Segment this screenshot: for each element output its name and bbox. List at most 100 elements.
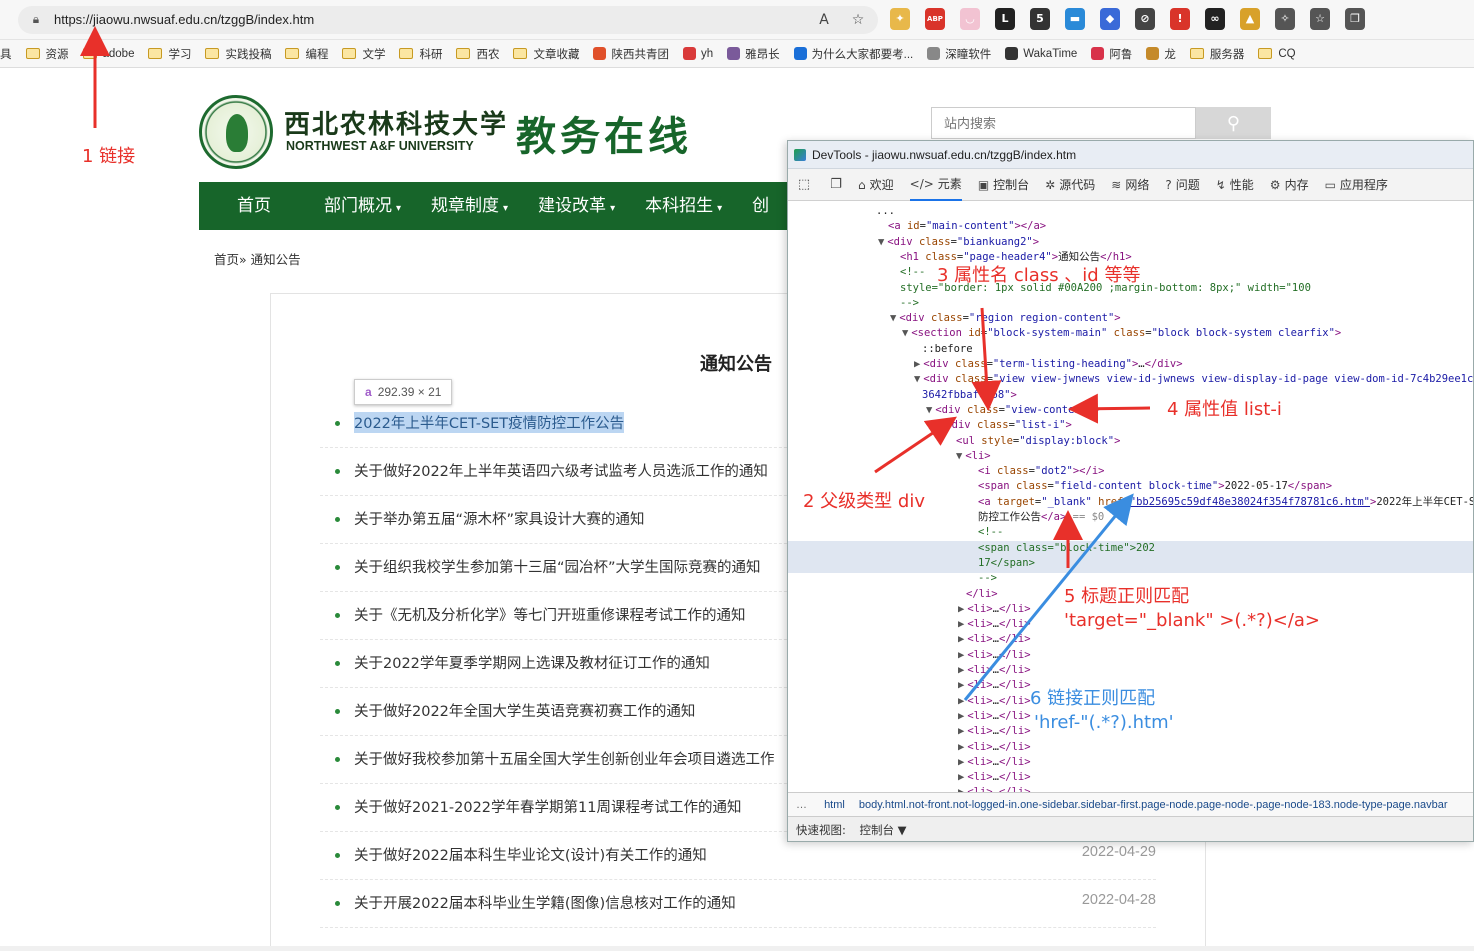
cat-icon[interactable]: ◡ <box>960 8 980 30</box>
nav-item[interactable]: 首页 <box>199 182 309 230</box>
dom-collapsed-li[interactable]: ▶<li>…</li> <box>958 678 1031 693</box>
tab-application[interactable]: ▭ 应用程序 <box>1325 176 1388 193</box>
url-text[interactable]: https://jiaowu.nwsuaf.edu.cn/tzggB/index… <box>54 6 314 34</box>
dom-node-line[interactable]: ::before <box>922 342 973 357</box>
dom-node-line[interactable]: ▼ <section id="block-system-main" class="… <box>902 326 1341 341</box>
dom-collapsed-li[interactable]: ▶<li>…</li> <box>958 709 1031 724</box>
news-title-link[interactable]: 关于做好2022年全国大学生英语竞赛初赛工作的通知 <box>354 700 695 721</box>
tag-icon[interactable]: L <box>995 8 1015 30</box>
news-title-link[interactable]: 关于做好2022年上半年英语四六级考试监考人员选派工作的通知 <box>354 460 768 481</box>
tab-performance[interactable]: ↯ 性能 <box>1216 176 1254 193</box>
bookmark-item[interactable]: 陕西共青团 <box>593 46 669 62</box>
dom-node-line[interactable]: ▼ <div class="view view-jwnews view-id-jw… <box>914 372 1473 387</box>
dom-collapsed-li[interactable]: ▶<li>…</li> <box>958 632 1031 647</box>
read-aloud-icon[interactable]: A <box>814 10 834 30</box>
tab-issues[interactable]: ? 问题 <box>1165 176 1199 193</box>
add-favorite-icon[interactable]: ☆ <box>848 10 868 30</box>
dom-node-line[interactable]: ▼ <div class="view-content"> <box>926 403 1100 418</box>
bookmark-item[interactable]: 实践投稿 <box>205 46 271 62</box>
bookmark-item[interactable]: 深瞳软件 <box>927 46 991 62</box>
news-title-link[interactable]: 关于组织我校学生参加第十三届“园冶杯”大学生国际竞赛的通知 <box>354 556 761 577</box>
dom-collapsed-li[interactable]: ▶<li>…</li> <box>958 663 1031 678</box>
bookmark-item[interactable]: 龙 <box>1146 46 1176 62</box>
university-logo[interactable] <box>199 95 273 169</box>
bookmark-item[interactable]: yh <box>682 47 713 60</box>
bookmark-item[interactable]: 西农 <box>456 46 499 62</box>
dom-node-line[interactable]: 防控工作公告</a> == $0 <box>978 510 1104 525</box>
dom-collapsed-li[interactable]: ▶<li>…</li> <box>958 648 1031 663</box>
dom-node-line[interactable]: 3642fbbaf6d68"> <box>922 388 1017 403</box>
drawer-console-tab[interactable]: 控制台 ▼ <box>860 823 907 837</box>
collections-icon[interactable]: ❐ <box>1345 8 1365 30</box>
dom-node-line[interactable]: --> <box>900 296 919 311</box>
dom-collapsed-li[interactable]: ▶<li>…</li> <box>958 770 1031 785</box>
chart-ext-icon[interactable]: ▲ <box>1240 8 1260 30</box>
dom-collapsed-li[interactable]: ▶<li>…</li> <box>958 617 1031 632</box>
bookmark-item[interactable]: 为什么大家都要考... <box>793 46 913 62</box>
news-title-link[interactable]: 关于做好2021-2022学年春学期第11周课程考试工作的通知 <box>354 796 741 817</box>
alert-icon[interactable]: ! <box>1170 8 1190 30</box>
dom-breadcrumb-item[interactable]: body.html.not-front.not-logged-in.one-si… <box>859 799 1448 811</box>
dom-node-line[interactable]: <i class="dot2"></i> <box>978 464 1104 479</box>
tab-welcome[interactable]: ⌂ 欢迎 <box>858 176 894 193</box>
search-button[interactable]: ⚲ <box>1196 107 1271 139</box>
site-search-input[interactable] <box>931 107 1196 139</box>
nav-item[interactable]: 本科招生 ▾ <box>630 182 737 230</box>
bookmark-item[interactable]: 雅昂长 <box>727 46 780 62</box>
device-emulation-icon[interactable]: ❐ <box>826 175 846 195</box>
nav-item[interactable]: 创 <box>737 182 784 230</box>
dom-collapsed-li[interactable]: ▶<li>…</li> <box>958 724 1031 739</box>
dom-node-line[interactable]: <a id="main-content"></a> <box>888 219 1046 234</box>
dom-node-line[interactable]: 17</span> <box>978 556 1035 571</box>
nav-item[interactable]: 规章制度 ▾ <box>416 182 523 230</box>
bar-ext-icon[interactable]: ▬ <box>1065 8 1085 30</box>
dom-node-line[interactable]: ▼ <div class="biankuang2"> <box>878 235 1039 250</box>
dom-collapsed-li[interactable]: ▶<li>…</li> <box>958 602 1031 617</box>
news-title-link[interactable]: 关于做好2022届本科生毕业论文(设计)有关工作的通知 <box>354 844 707 865</box>
dom-node-line[interactable]: <span class="field-content block-time">2… <box>978 479 1332 494</box>
news-item[interactable]: 关于开展2022届本科毕业生学籍(图像)信息核对工作的通知 2022-04-28 <box>320 880 1156 928</box>
news-title-link[interactable]: 关于做好我校参加第十五届全国大学生创新创业年会项目遴选工作 <box>354 748 775 769</box>
shield-ext-icon[interactable]: ◆ <box>1100 8 1120 30</box>
news-title-link[interactable]: 2022年上半年CET-SET疫情防控工作公告 <box>354 412 625 433</box>
address-bar[interactable]: 🔒︎ https://jiaowu.nwsuaf.edu.cn/tzggB/in… <box>18 6 878 34</box>
tab-elements[interactable]: </> 元素 <box>909 169 962 201</box>
block-icon[interactable]: ⊘ <box>1135 8 1155 30</box>
dom-node-line[interactable]: <!-- <box>978 525 1003 540</box>
puzzle-icon[interactable]: ✧ <box>1275 8 1295 30</box>
dom-node-line[interactable]: ▼ <li> <box>956 449 991 464</box>
news-title-link[interactable]: 关于《无机及分析化学》等七门开班重修课程考试工作的通知 <box>354 604 746 625</box>
dom-collapsed-li[interactable]: ▶<li>…</li> <box>958 755 1031 770</box>
bookmark-item[interactable]: CQ <box>1258 48 1296 60</box>
bookmark-item[interactable]: 阿鲁 <box>1091 46 1132 62</box>
news-title-link[interactable]: 关于举办第五届“源木杯”家具设计大赛的通知 <box>354 508 645 529</box>
nav-item[interactable]: 部门概况 ▾ <box>309 182 416 230</box>
bird-icon[interactable]: ✦ <box>890 8 910 30</box>
bookmark-item[interactable]: 文学 <box>342 46 385 62</box>
dom-node-line[interactable]: </li> <box>966 587 998 602</box>
dom-node-line[interactable]: <ul style="display:block"> <box>956 434 1120 449</box>
bookmark-item[interactable]: 资源 <box>25 46 69 62</box>
dom-node-line[interactable]: --> <box>978 571 997 586</box>
tab-network[interactable]: ≋ 网络 <box>1111 176 1149 193</box>
inspect-icon[interactable]: ⬚ <box>794 175 814 195</box>
abp-icon[interactable]: ABP <box>925 8 945 30</box>
bookmark-item[interactable]: 具 <box>0 46 12 62</box>
dom-collapsed-li[interactable]: ▶<li>…</li> <box>958 785 1031 792</box>
dom-node-line[interactable]: ... <box>876 204 895 219</box>
dom-node-line[interactable]: <a target="_blank" href="bb25695c59df48e… <box>978 495 1473 510</box>
dom-node-line[interactable]: ▼ <div class="list-i"> <box>936 418 1072 433</box>
news-title-link[interactable]: 关于开展2022届本科毕业生学籍(图像)信息核对工作的通知 <box>354 892 736 913</box>
news-title-link[interactable]: 关于2022学年夏季学期网上选课及教材征订工作的通知 <box>354 652 710 673</box>
tab-sources[interactable]: ✲ 源代码 <box>1045 176 1095 193</box>
dom-collapsed-li[interactable]: ▶<li>…</li> <box>958 740 1031 755</box>
breadcrumb-overflow[interactable]: … <box>796 799 807 811</box>
bookmark-item[interactable]: 科研 <box>399 46 442 62</box>
tab-console[interactable]: ▣ 控制台 <box>978 176 1029 193</box>
dom-node-line[interactable]: <!-- <box>900 265 925 280</box>
bookmark-item[interactable]: adobe <box>82 48 134 60</box>
favorites-icon[interactable]: ☆ <box>1310 8 1330 30</box>
dom-node-line[interactable]: ▼ <div class="region region-content"> <box>890 311 1121 326</box>
glasses-icon[interactable]: ∞ <box>1205 8 1225 30</box>
bookmark-item[interactable]: 服务器 <box>1189 46 1244 62</box>
